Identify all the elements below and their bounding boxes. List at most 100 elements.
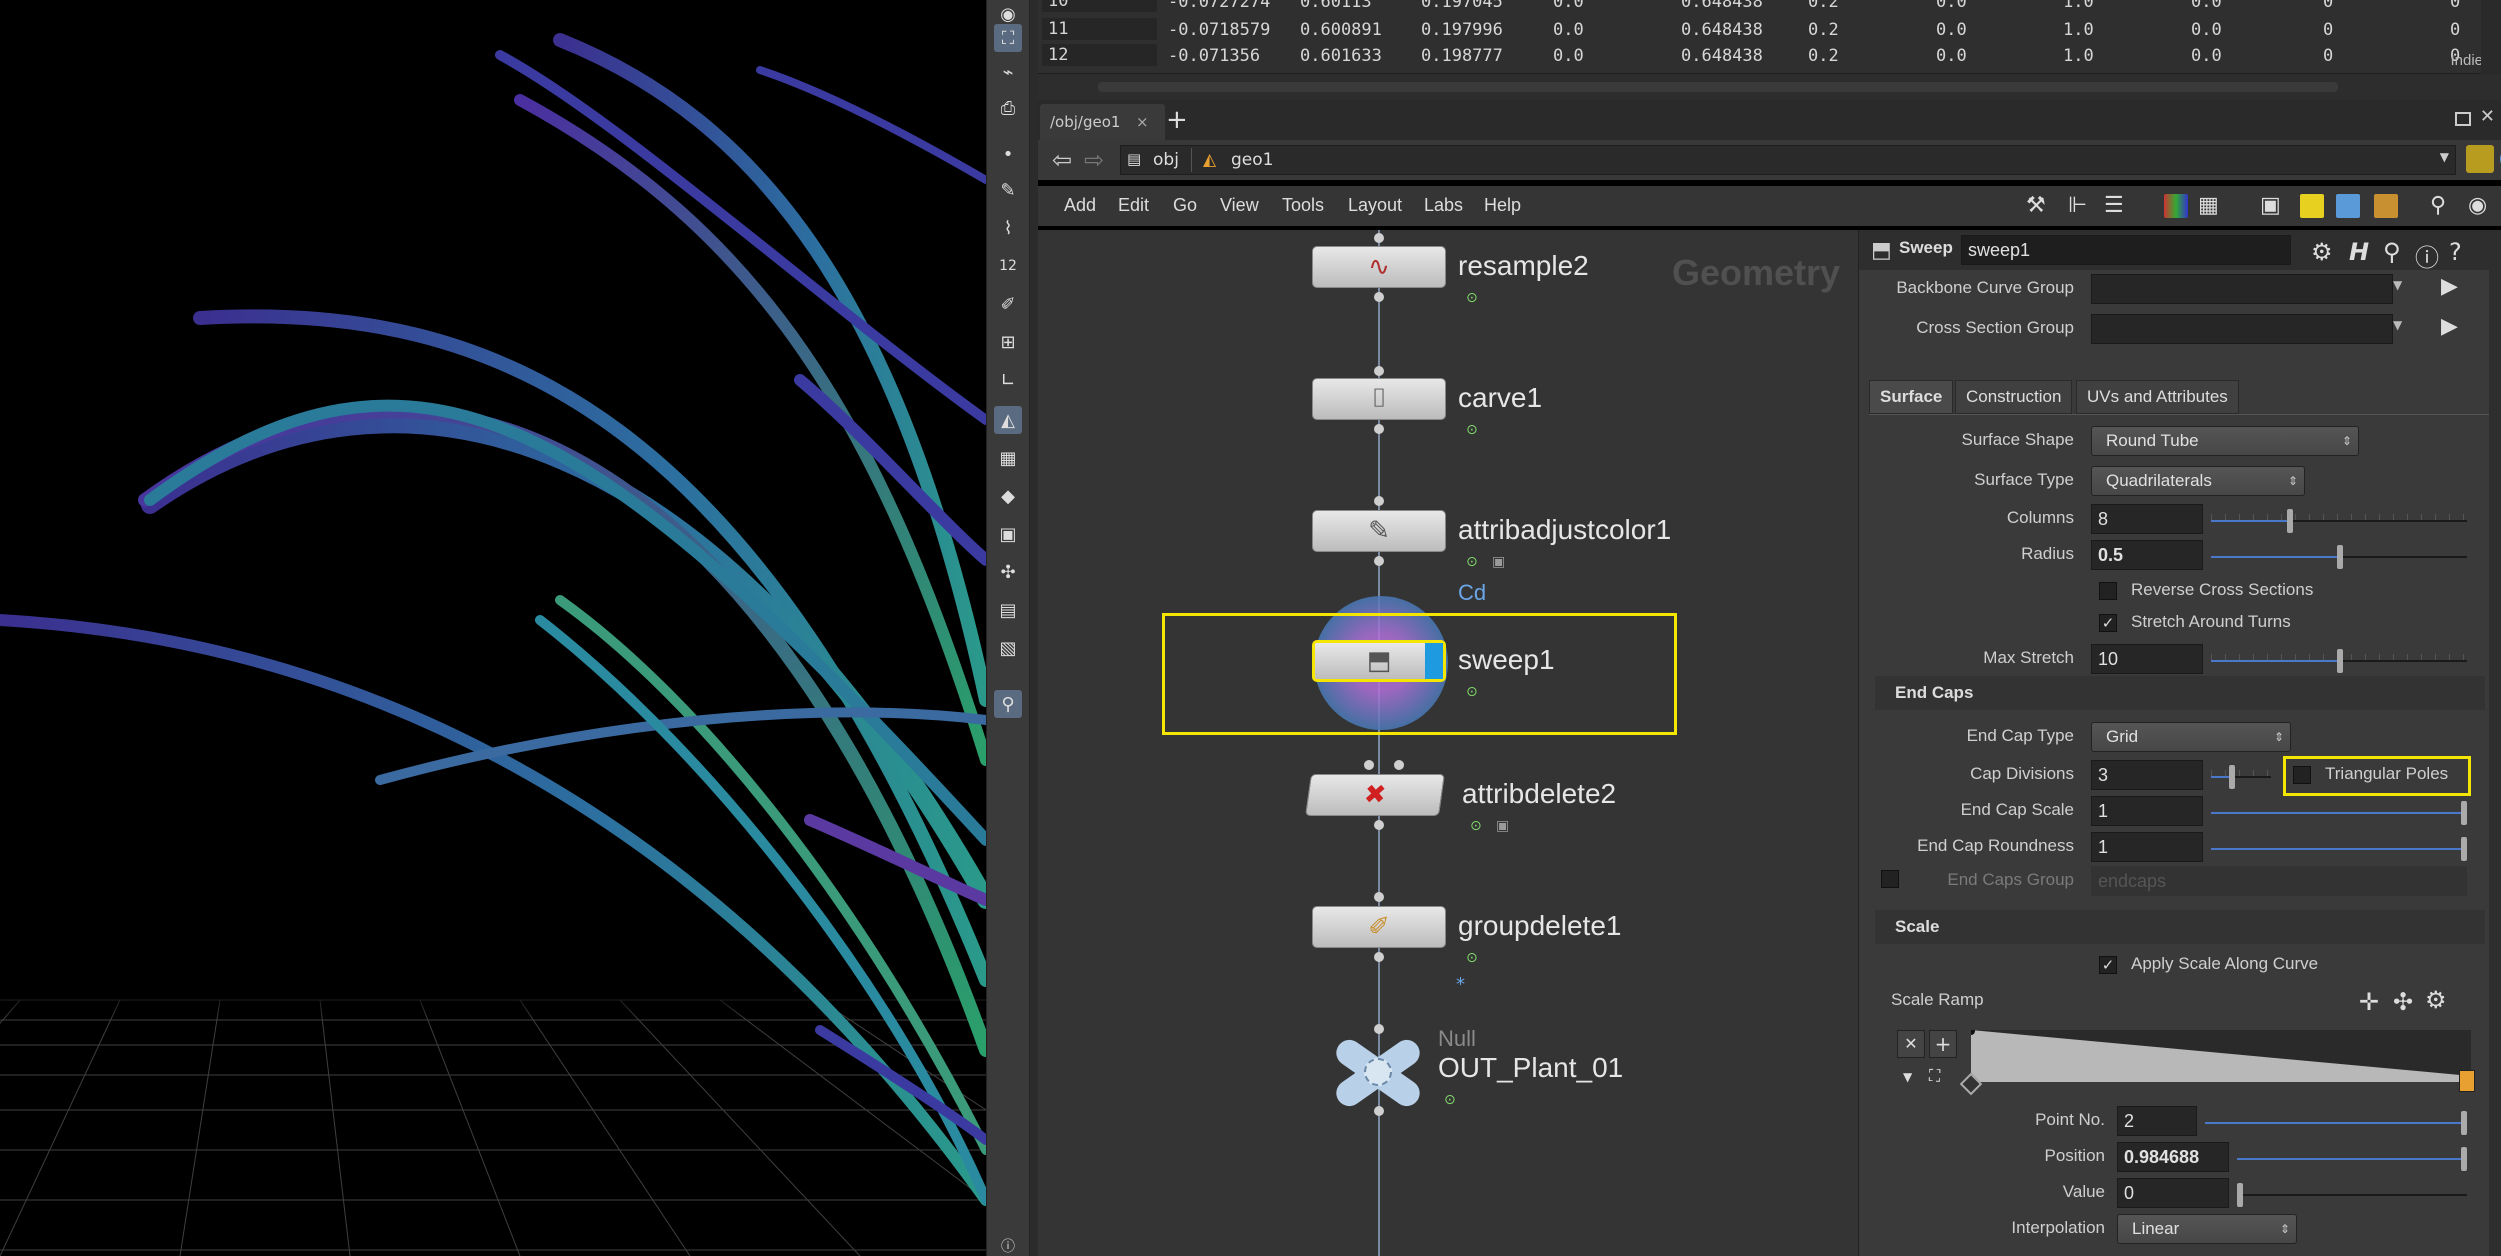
gear-icon[interactable]: ⚙ [2425, 986, 2447, 1014]
menu-help[interactable]: Help [1484, 195, 1521, 216]
end-caps-group-field[interactable]: endcaps [2091, 866, 2467, 896]
snap-12-icon[interactable]: 12 [994, 252, 1022, 280]
image-icon[interactable] [2336, 194, 2360, 218]
spreadsheet-scrollbar[interactable] [2481, 0, 2501, 74]
ramp-add-point-icon[interactable]: ✛ [2359, 988, 2379, 1016]
breadcrumb-geo1[interactable]: geo1 [1231, 150, 1273, 170]
grid-view-icon[interactable]: ▦ [2198, 192, 2219, 218]
brush-icon[interactable]: ✐ [994, 290, 1022, 318]
columns-field[interactable]: 8 [2091, 504, 2203, 534]
cross-section-group-field[interactable] [2091, 314, 2393, 344]
end-caps-section[interactable]: End Caps [1875, 676, 2485, 710]
menu-view[interactable]: View [1220, 195, 1259, 216]
value-slider[interactable] [2237, 1183, 2467, 1207]
uv-icon[interactable]: ▣ [994, 520, 1022, 548]
radius-slider[interactable] [2211, 545, 2467, 569]
menu-add[interactable]: Add [1064, 195, 1096, 216]
stretch-around-turns-checkbox[interactable]: ✓ [2099, 614, 2117, 632]
parameter-scrollbar[interactable] [2489, 270, 2501, 1256]
back-icon[interactable]: ⇦ [1052, 146, 1072, 174]
breadcrumb-obj[interactable]: obj [1153, 150, 1179, 170]
input-port[interactable] [1374, 233, 1384, 243]
lock-icon[interactable]: ▣ [1492, 554, 1505, 570]
stamp-icon[interactable]: ⊞ [994, 328, 1022, 356]
search-icon[interactable]: ⚲ [2383, 238, 2401, 266]
node-carve1[interactable]: ⌷ [1312, 378, 1446, 420]
display-icon[interactable]: ▤ [994, 596, 1022, 624]
value-field[interactable]: 0 [2117, 1178, 2229, 1208]
input-port[interactable] [1374, 496, 1384, 506]
output-port[interactable] [1374, 1106, 1384, 1116]
node-resample2[interactable]: ∿ [1312, 246, 1446, 288]
info-icon[interactable]: ⓘ [2415, 238, 2439, 273]
help-icon[interactable]: ? [2449, 238, 2462, 266]
output-port[interactable] [1374, 556, 1384, 566]
close-pane-icon[interactable]: ✕ [2480, 106, 2495, 127]
handle-icon[interactable]: ⌁ [994, 58, 1022, 86]
position-slider[interactable] [2237, 1147, 2467, 1171]
ramp-collapse-icon[interactable]: ▼ [1903, 1070, 1912, 1084]
network-editor[interactable]: Geometry ∿ resample2 ⊙ ⌷ carve1 ⊙ ✎ attr… [1038, 230, 1858, 1256]
scale-ramp-editor[interactable] [1967, 1027, 2471, 1082]
output-port[interactable] [1374, 292, 1384, 302]
add-tab-icon[interactable]: + [1166, 104, 1188, 136]
node-label[interactable]: attribadjustcolor1 [1458, 514, 1671, 546]
chevron-down-icon[interactable]: ▼ [2393, 278, 2402, 292]
output-port[interactable] [1374, 424, 1384, 434]
ramp-insert-point-icon[interactable]: + [1929, 1030, 1957, 1058]
shade-icon[interactable]: ◭ [994, 406, 1022, 434]
help-h-icon[interactable]: H [2349, 238, 2369, 266]
forward-icon[interactable]: ⇨ [1084, 146, 1104, 174]
ramp-preset-icon[interactable]: ✣ [2393, 988, 2413, 1016]
end-cap-scale-field[interactable]: 1 [2091, 796, 2203, 826]
chevron-down-icon[interactable]: ▼ [2393, 318, 2402, 332]
toolbox-icon[interactable] [2374, 194, 2398, 218]
point-no-field[interactable]: 2 [2117, 1106, 2197, 1136]
end-cap-scale-slider[interactable] [2211, 801, 2467, 825]
pane-menu-icon[interactable] [2455, 112, 2471, 126]
menu-edit[interactable]: Edit [1118, 195, 1149, 216]
cap-divisions-field[interactable]: 3 [2091, 760, 2203, 790]
cap-divisions-slider[interactable] [2211, 765, 2271, 789]
sticky-note-icon[interactable] [2300, 194, 2324, 218]
position-field[interactable]: 0.984688 [2117, 1142, 2229, 1172]
end-cap-roundness-slider[interactable] [2211, 837, 2467, 861]
search-icon[interactable]: ⚲ [2430, 192, 2446, 218]
output-port[interactable] [1374, 952, 1384, 962]
max-stretch-field[interactable]: 10 [2091, 644, 2203, 674]
select-arrow-icon[interactable]: ▶ [2441, 314, 2458, 339]
max-stretch-slider[interactable] [2211, 649, 2467, 673]
ramp-key-end[interactable] [2459, 1070, 2475, 1092]
end-cap-roundness-field[interactable]: 1 [2091, 832, 2203, 862]
node-attribadjustcolor1[interactable]: ✎ [1312, 510, 1446, 552]
spreadsheet-hscrollbar[interactable] [1038, 74, 2501, 100]
tree-icon[interactable]: ⊩ [2068, 192, 2087, 218]
display-flag-icon[interactable]: ⊙ [1466, 554, 1478, 570]
radius-field[interactable]: 0.5 [2091, 540, 2203, 570]
surface-shape-dropdown[interactable]: Round Tube ⇕ [2091, 426, 2359, 456]
node-groupdelete1[interactable]: ✐ [1312, 906, 1446, 948]
ramp-fullscreen-icon[interactable]: ⛶ [1929, 1066, 1940, 1086]
menu-tools[interactable]: Tools [1282, 195, 1324, 216]
apply-scale-along-curve-checkbox[interactable]: ✓ [2099, 956, 2117, 974]
node-name-field[interactable]: sweep1 [1961, 235, 2291, 265]
tab-construction[interactable]: Construction [1955, 380, 2073, 414]
display-flag-icon[interactable]: ⊙ [1466, 950, 1478, 966]
input-port[interactable] [1374, 366, 1384, 376]
backbone-curve-group-field[interactable] [2091, 274, 2393, 304]
list-icon[interactable]: ☰ [2104, 192, 2124, 218]
display-flag-icon[interactable]: ⊙ [1470, 818, 1482, 834]
background-icon[interactable]: ▧ [994, 634, 1022, 662]
display-flag-icon[interactable]: ⊙ [1444, 1092, 1456, 1108]
menu-go[interactable]: Go [1173, 195, 1197, 216]
node-label[interactable]: OUT_Plant_01 [1438, 1052, 1623, 1084]
tab-uvs-and-attributes[interactable]: UVs and Attributes [2076, 380, 2239, 414]
node-attribdelete2[interactable]: ✖ [1305, 774, 1445, 816]
camera-icon[interactable]: ⎙ [994, 94, 1022, 122]
pen-icon[interactable]: ✎ [994, 176, 1022, 204]
display-flag-icon[interactable]: ⊙ [1466, 290, 1478, 306]
point-no-slider[interactable] [2205, 1111, 2467, 1135]
output-port[interactable] [1374, 820, 1384, 830]
end-cap-type-dropdown[interactable]: Grid ⇕ [2091, 722, 2291, 752]
menu-labs[interactable]: Labs [1424, 195, 1463, 216]
